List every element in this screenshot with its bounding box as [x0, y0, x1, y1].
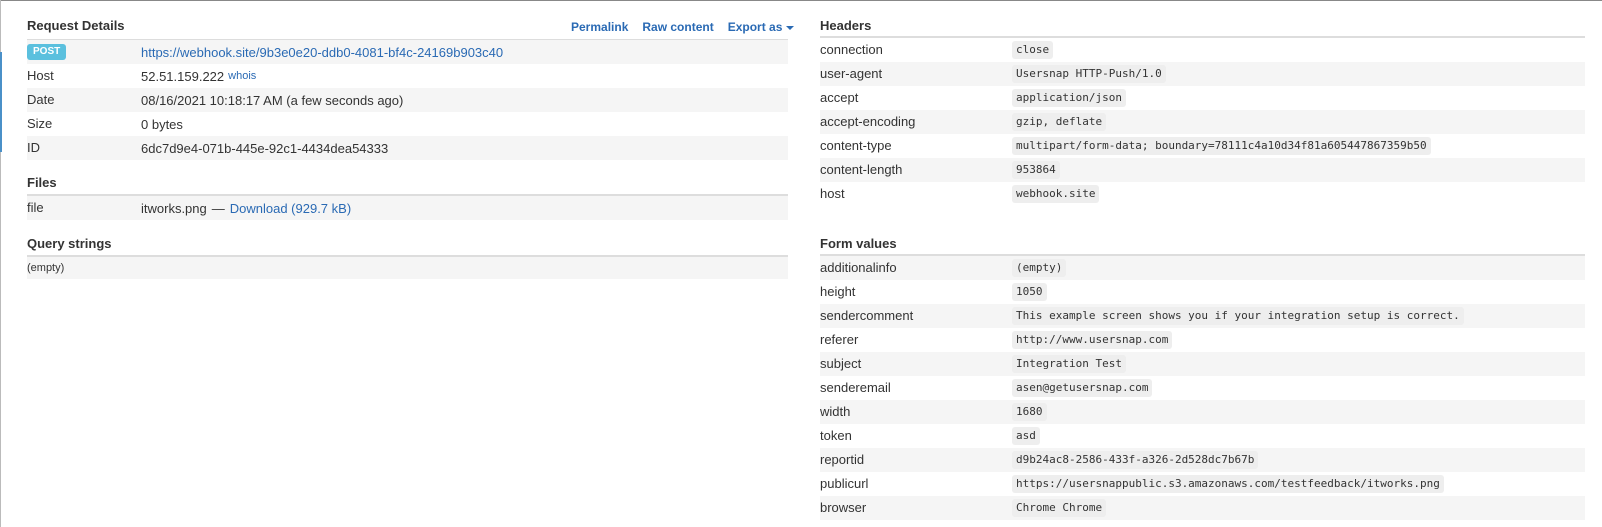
form-value: Integration Test: [1012, 355, 1126, 373]
files-title: Files: [27, 174, 57, 190]
files-header: Files: [27, 173, 57, 191]
request-date-row: Date 08/16/2021 10:18:17 AM (a few secon…: [27, 88, 788, 112]
header-value: application/json: [1012, 89, 1126, 107]
form-key: height: [820, 284, 856, 299]
headers-header: Headers: [820, 16, 871, 34]
query-strings-header: Query strings: [27, 234, 112, 252]
header-value: close: [1012, 41, 1054, 59]
request-host-row: Host 52.51.159.222 whois: [27, 64, 788, 88]
header-row: accept-encoding gzip, deflate: [820, 110, 1585, 134]
form-key: sendercomment: [820, 308, 914, 323]
selection-indicator: [0, 52, 2, 152]
form-key: referer: [820, 332, 859, 347]
file-name: itworks.png: [141, 200, 207, 216]
form-value: Chrome Chrome: [1012, 499, 1107, 517]
form-value: d9b24ac8-2586-433f-a326-2d528dc7b67b: [1012, 451, 1259, 469]
form-row: reportid d9b24ac8-2586-433f-a326-2d528dc…: [820, 448, 1585, 472]
header-row: connection close: [820, 38, 1585, 62]
host-value: 52.51.159.222: [141, 68, 225, 84]
header-row: accept application/json: [820, 86, 1585, 110]
header-value: webhook.site: [1012, 185, 1100, 203]
form-row: token asd: [820, 424, 1585, 448]
size-key: Size: [27, 116, 53, 131]
header-row: host webhook.site: [820, 182, 1585, 206]
form-value: 1050: [1012, 283, 1047, 301]
headers-title: Headers: [820, 17, 872, 33]
request-method-row: POST https://webhook.site/9b3e0e20-ddb0-…: [27, 40, 788, 64]
chevron-down-icon: [786, 25, 795, 30]
top-border: [0, 0, 1602, 1]
form-row: senderemail asen@getusersnap.com: [820, 376, 1585, 400]
form-row: referer http://www.usersnap.com: [820, 328, 1585, 352]
header-key: host: [820, 186, 845, 201]
header-value: gzip, deflate: [1012, 113, 1107, 131]
file-row: file itworks.png — Download (929.7 kB): [27, 196, 788, 220]
header-key: accept-encoding: [820, 114, 916, 129]
form-values-header: Form values: [820, 234, 897, 252]
query-strings-title: Query strings: [27, 235, 112, 251]
form-row: browser Chrome Chrome: [820, 496, 1585, 520]
date-value: 08/16/2021 10:18:17 AM (a few seconds ag…: [141, 92, 404, 108]
id-value: 6dc7d9e4-071b-445e-92c1-4434dea54333: [141, 140, 389, 156]
query-strings-empty: (empty): [27, 262, 65, 274]
header-key: connection: [820, 42, 883, 57]
form-key: browser: [820, 500, 867, 515]
form-key: width: [820, 404, 851, 419]
query-strings-row: (empty): [27, 257, 788, 279]
export-as-dropdown[interactable]: Export as: [728, 20, 795, 34]
form-key: reportid: [820, 452, 865, 467]
permalink-link[interactable]: Permalink: [571, 20, 628, 34]
form-value: (empty): [1012, 259, 1067, 277]
header-key: user-agent: [820, 66, 883, 81]
request-details-title: Request Details: [27, 17, 125, 33]
form-key: token: [820, 428, 852, 443]
size-value: 0 bytes: [141, 116, 183, 132]
file-key: file: [27, 200, 44, 215]
host-key: Host: [27, 68, 54, 83]
form-value: https://usersnappublic.s3.amazonaws.com/…: [1012, 475, 1444, 493]
header-value: Usersnap HTTP-Push/1.0: [1012, 65, 1166, 83]
header-key: content-type: [820, 138, 892, 153]
download-link[interactable]: Download (929.7 kB): [230, 201, 351, 216]
method-badge: POST: [27, 44, 67, 60]
header-value: 953864: [1012, 161, 1060, 179]
whois-link[interactable]: whois: [228, 70, 256, 82]
form-key: additionalinfo: [820, 260, 897, 275]
header-key: content-length: [820, 162, 903, 177]
form-value: asd: [1012, 427, 1040, 445]
form-row: width 1680: [820, 400, 1585, 424]
export-as-label: Export as: [727, 20, 783, 34]
form-values-title: Form values: [820, 235, 897, 251]
request-toolbar: Permalink Raw content Export as: [571, 18, 795, 36]
form-value: 1680: [1012, 403, 1047, 421]
file-separator: —: [211, 200, 225, 216]
form-value: http://www.usersnap.com: [1012, 331, 1173, 349]
request-size-row: Size 0 bytes: [27, 112, 788, 136]
form-row: sendercomment This example screen shows …: [820, 304, 1585, 328]
header-value: multipart/form-data; boundary=78111c4a10…: [1012, 137, 1431, 155]
form-row: subject Integration Test: [820, 352, 1585, 376]
header-row: user-agent Usersnap HTTP-Push/1.0: [820, 62, 1585, 86]
request-url-link[interactable]: https://webhook.site/9b3e0e20-ddb0-4081-…: [141, 45, 503, 60]
form-value: This example screen shows you if your in…: [1012, 307, 1464, 325]
header-key: accept: [820, 90, 859, 105]
header-row: content-type multipart/form-data; bounda…: [820, 134, 1585, 158]
form-key: subject: [820, 356, 862, 371]
id-key: ID: [27, 140, 40, 155]
form-key: publicurl: [820, 476, 869, 491]
form-row: additionalinfo (empty): [820, 256, 1585, 280]
date-key: Date: [27, 92, 55, 107]
request-id-row: ID 6dc7d9e4-071b-445e-92c1-4434dea54333: [27, 136, 788, 160]
form-key: senderemail: [820, 380, 891, 395]
raw-content-link[interactable]: Raw content: [642, 20, 713, 34]
form-row: height 1050: [820, 280, 1585, 304]
header-row: content-length 953864: [820, 158, 1585, 182]
form-value: asen@getusersnap.com: [1012, 379, 1153, 397]
request-details-header: Request Details: [27, 16, 125, 34]
form-row: publicurl https://usersnappublic.s3.amaz…: [820, 472, 1585, 496]
